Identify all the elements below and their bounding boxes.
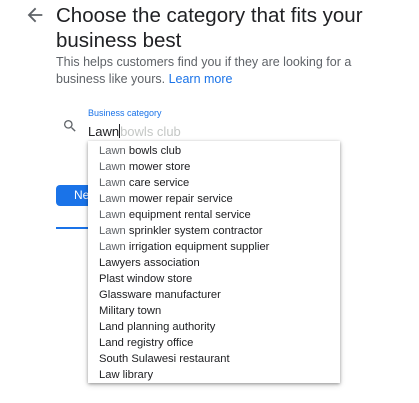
page-title: Choose the category that fits your busin…	[56, 4, 363, 52]
suggestion-option[interactable]: Plast window store	[88, 271, 340, 287]
learn-more-link[interactable]: Learn more	[169, 72, 233, 86]
suggestion-option[interactable]: Lawn mower repair service	[88, 191, 340, 207]
suggestion-option[interactable]: Lawn irrigation equipment supplier	[88, 239, 340, 255]
input-autocomplete-hint: bowls club	[120, 124, 181, 139]
business-category-label: Business category	[88, 108, 162, 118]
suggestion-option[interactable]: Lawn mower store	[88, 159, 340, 175]
suggestion-option[interactable]: Lawyers association	[88, 255, 340, 271]
suggestion-option[interactable]: Lawn bowls club	[88, 143, 340, 159]
suggestion-option[interactable]: Glassware manufacturer	[88, 287, 340, 303]
suggestion-option[interactable]: Land planning authority	[88, 319, 340, 335]
business-category-input[interactable]: Lawnbowls club	[88, 123, 343, 141]
category-page: Choose the category that fits your busin…	[0, 0, 419, 403]
arrow-back-icon[interactable]	[24, 4, 46, 26]
suggestion-option[interactable]: Land registry office	[88, 335, 340, 351]
suggestion-option[interactable]: Law library	[88, 367, 340, 383]
input-typed-value: Lawn	[88, 124, 120, 139]
suggestions-dropdown: Lawn bowls club Lawn mower store Lawn ca…	[88, 141, 340, 383]
suggestion-option[interactable]: Lawn sprinkler system contractor	[88, 223, 340, 239]
suggestion-option[interactable]: Military town	[88, 303, 340, 319]
page-subtitle: This helps customers find you if they ar…	[56, 54, 396, 88]
suggestion-option[interactable]: South Sulawesi restaurant	[88, 351, 340, 367]
search-icon	[62, 118, 78, 134]
suggestion-option[interactable]: Lawn equipment rental service	[88, 207, 340, 223]
suggestion-option[interactable]: Lawn care service	[88, 175, 340, 191]
